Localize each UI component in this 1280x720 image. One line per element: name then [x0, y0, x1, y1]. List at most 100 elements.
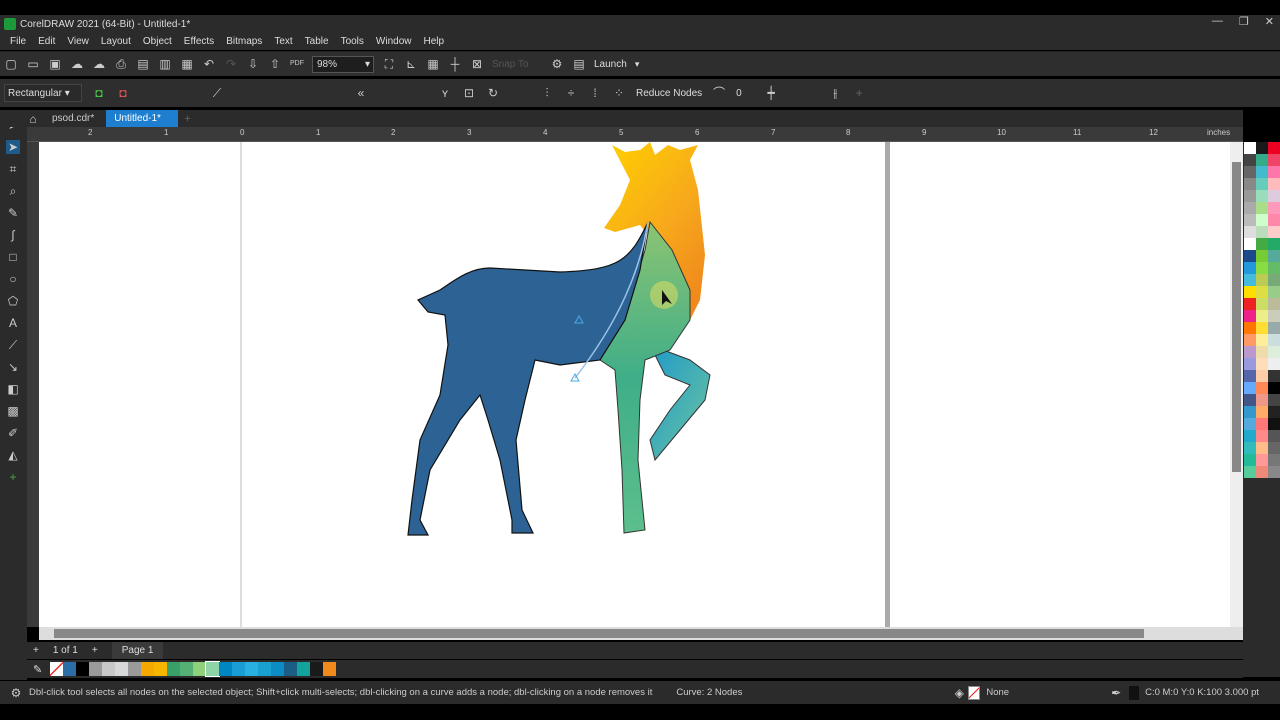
tab-untitled-1[interactable]: Untitled-1*: [106, 110, 179, 127]
palette-swatch[interactable]: [310, 662, 324, 676]
palette-swatch[interactable]: [1244, 286, 1256, 298]
palette-swatch[interactable]: [1244, 274, 1256, 286]
palette-swatch[interactable]: [1256, 358, 1268, 370]
add-page-button[interactable]: +: [33, 645, 39, 656]
drop-shadow-icon[interactable]: ◧: [6, 382, 20, 396]
menu-object[interactable]: Object: [143, 36, 172, 47]
palette-swatch[interactable]: [1268, 298, 1280, 310]
add-page-after-button[interactable]: +: [92, 645, 98, 656]
stretch-nodes-icon[interactable]: ⊡: [462, 86, 476, 100]
palette-swatch[interactable]: [50, 662, 64, 676]
palette-swatch[interactable]: [1268, 358, 1280, 370]
palette-swatch[interactable]: [1244, 418, 1256, 430]
ellipse-tool-icon[interactable]: ○: [6, 272, 20, 286]
palette-swatch[interactable]: [1268, 190, 1280, 202]
palette-swatch[interactable]: [1268, 166, 1280, 178]
crop-tool-icon[interactable]: ⌗: [6, 162, 20, 176]
pdf-icon[interactable]: PDF: [290, 57, 304, 71]
palette-swatch[interactable]: [1244, 238, 1256, 250]
close-button[interactable]: ✕: [1265, 15, 1274, 28]
shape-tool-icon[interactable]: ➤: [6, 140, 20, 154]
menu-bitmaps[interactable]: Bitmaps: [226, 36, 262, 47]
palette-swatch[interactable]: [1268, 382, 1280, 394]
palette-swatch[interactable]: [1244, 346, 1256, 358]
palette-swatch[interactable]: [1268, 274, 1280, 286]
palette-swatch[interactable]: [1244, 442, 1256, 454]
palette-swatch[interactable]: [1268, 178, 1280, 190]
palette-swatch[interactable]: [1244, 190, 1256, 202]
palette-swatch[interactable]: [1268, 430, 1280, 442]
polygon-tool-icon[interactable]: ⬠: [6, 294, 20, 308]
convert-to-line-icon[interactable]: ⟋: [210, 86, 224, 100]
launch-button[interactable]: Launch: [594, 59, 627, 70]
deer-illustration[interactable]: [39, 142, 1230, 627]
palette-swatch[interactable]: [1268, 442, 1280, 454]
palette-swatch[interactable]: [1268, 238, 1280, 250]
palette-swatch[interactable]: [76, 662, 90, 676]
horizontal-scrollbar[interactable]: [39, 627, 1243, 640]
home-icon[interactable]: ⌂: [26, 112, 40, 126]
menu-file[interactable]: File: [10, 36, 26, 47]
vertical-ruler[interactable]: [27, 142, 39, 627]
palette-swatch[interactable]: [1256, 238, 1268, 250]
palette-swatch[interactable]: [1244, 394, 1256, 406]
palette-swatch[interactable]: [1256, 250, 1268, 262]
palette-swatch[interactable]: [1256, 142, 1268, 154]
palette-swatch[interactable]: [1256, 154, 1268, 166]
outline-pen-icon[interactable]: ✒: [1109, 686, 1123, 700]
palette-swatch[interactable]: [1244, 262, 1256, 274]
open-icon[interactable]: ▭: [26, 57, 40, 71]
palette-swatch[interactable]: [1244, 166, 1256, 178]
document-palette[interactable]: ✎: [27, 660, 1243, 678]
palette-swatch[interactable]: [1244, 322, 1256, 334]
palette-swatch[interactable]: [115, 662, 129, 676]
palette-swatch[interactable]: [258, 662, 272, 676]
zoom-level-select[interactable]: 98% ▾: [312, 55, 374, 73]
grid-icon[interactable]: ▦: [426, 57, 440, 71]
palette-swatch[interactable]: [1244, 226, 1256, 238]
palette-swatch[interactable]: [1256, 274, 1268, 286]
curve-smoothness-input[interactable]: 0: [736, 88, 754, 99]
palette-swatch[interactable]: [1244, 178, 1256, 190]
palette-swatch[interactable]: [1256, 418, 1268, 430]
smoothness-slider-icon[interactable]: ┿: [764, 86, 778, 100]
full-screen-icon[interactable]: ⛶: [382, 57, 396, 71]
palette-swatch[interactable]: [1268, 418, 1280, 430]
copy-icon[interactable]: ▥: [158, 57, 172, 71]
reduce-nodes-button[interactable]: Reduce Nodes: [636, 88, 702, 99]
artistic-media-icon[interactable]: ∫: [6, 228, 20, 242]
menu-view[interactable]: View: [67, 36, 89, 47]
palette-swatch[interactable]: [154, 662, 168, 676]
palette-swatch[interactable]: [1256, 298, 1268, 310]
palette-swatch[interactable]: [1268, 406, 1280, 418]
elastic-mode-icon[interactable]: ⁞: [588, 86, 602, 100]
fill-icon[interactable]: ◈: [952, 686, 966, 700]
palette-swatch[interactable]: [1256, 190, 1268, 202]
palette-swatch[interactable]: [1256, 466, 1268, 478]
outline-swatch[interactable]: [1129, 685, 1140, 700]
palette-swatch[interactable]: [1256, 322, 1268, 334]
palette-swatch[interactable]: [1256, 334, 1268, 346]
palette-swatch[interactable]: [284, 662, 298, 676]
parallel-dimension-icon[interactable]: ⟋: [6, 338, 20, 352]
palette-swatch[interactable]: [1256, 262, 1268, 274]
palette-swatch[interactable]: [193, 662, 207, 676]
palette-swatch[interactable]: [1268, 394, 1280, 406]
palette-swatch[interactable]: [1256, 178, 1268, 190]
palette-swatch[interactable]: [1244, 310, 1256, 322]
cloud-upload-icon[interactable]: ☁: [92, 57, 106, 71]
menu-text[interactable]: Text: [274, 36, 292, 47]
menu-table[interactable]: Table: [305, 36, 329, 47]
palette-swatch[interactable]: [1268, 286, 1280, 298]
menu-layout[interactable]: Layout: [101, 36, 131, 47]
rulers-icon[interactable]: ⊾: [404, 57, 418, 71]
palette-swatch[interactable]: [1268, 250, 1280, 262]
palette-swatch[interactable]: [1268, 226, 1280, 238]
menu-window[interactable]: Window: [376, 36, 412, 47]
snap-to-dropdown[interactable]: Snap To: [492, 59, 542, 70]
delete-node-icon[interactable]: ◘: [116, 86, 130, 100]
palette-swatch[interactable]: [1268, 214, 1280, 226]
interactive-fill-icon[interactable]: ◭: [6, 448, 20, 462]
drawing-canvas[interactable]: [39, 142, 1230, 627]
palette-swatch[interactable]: [1244, 298, 1256, 310]
